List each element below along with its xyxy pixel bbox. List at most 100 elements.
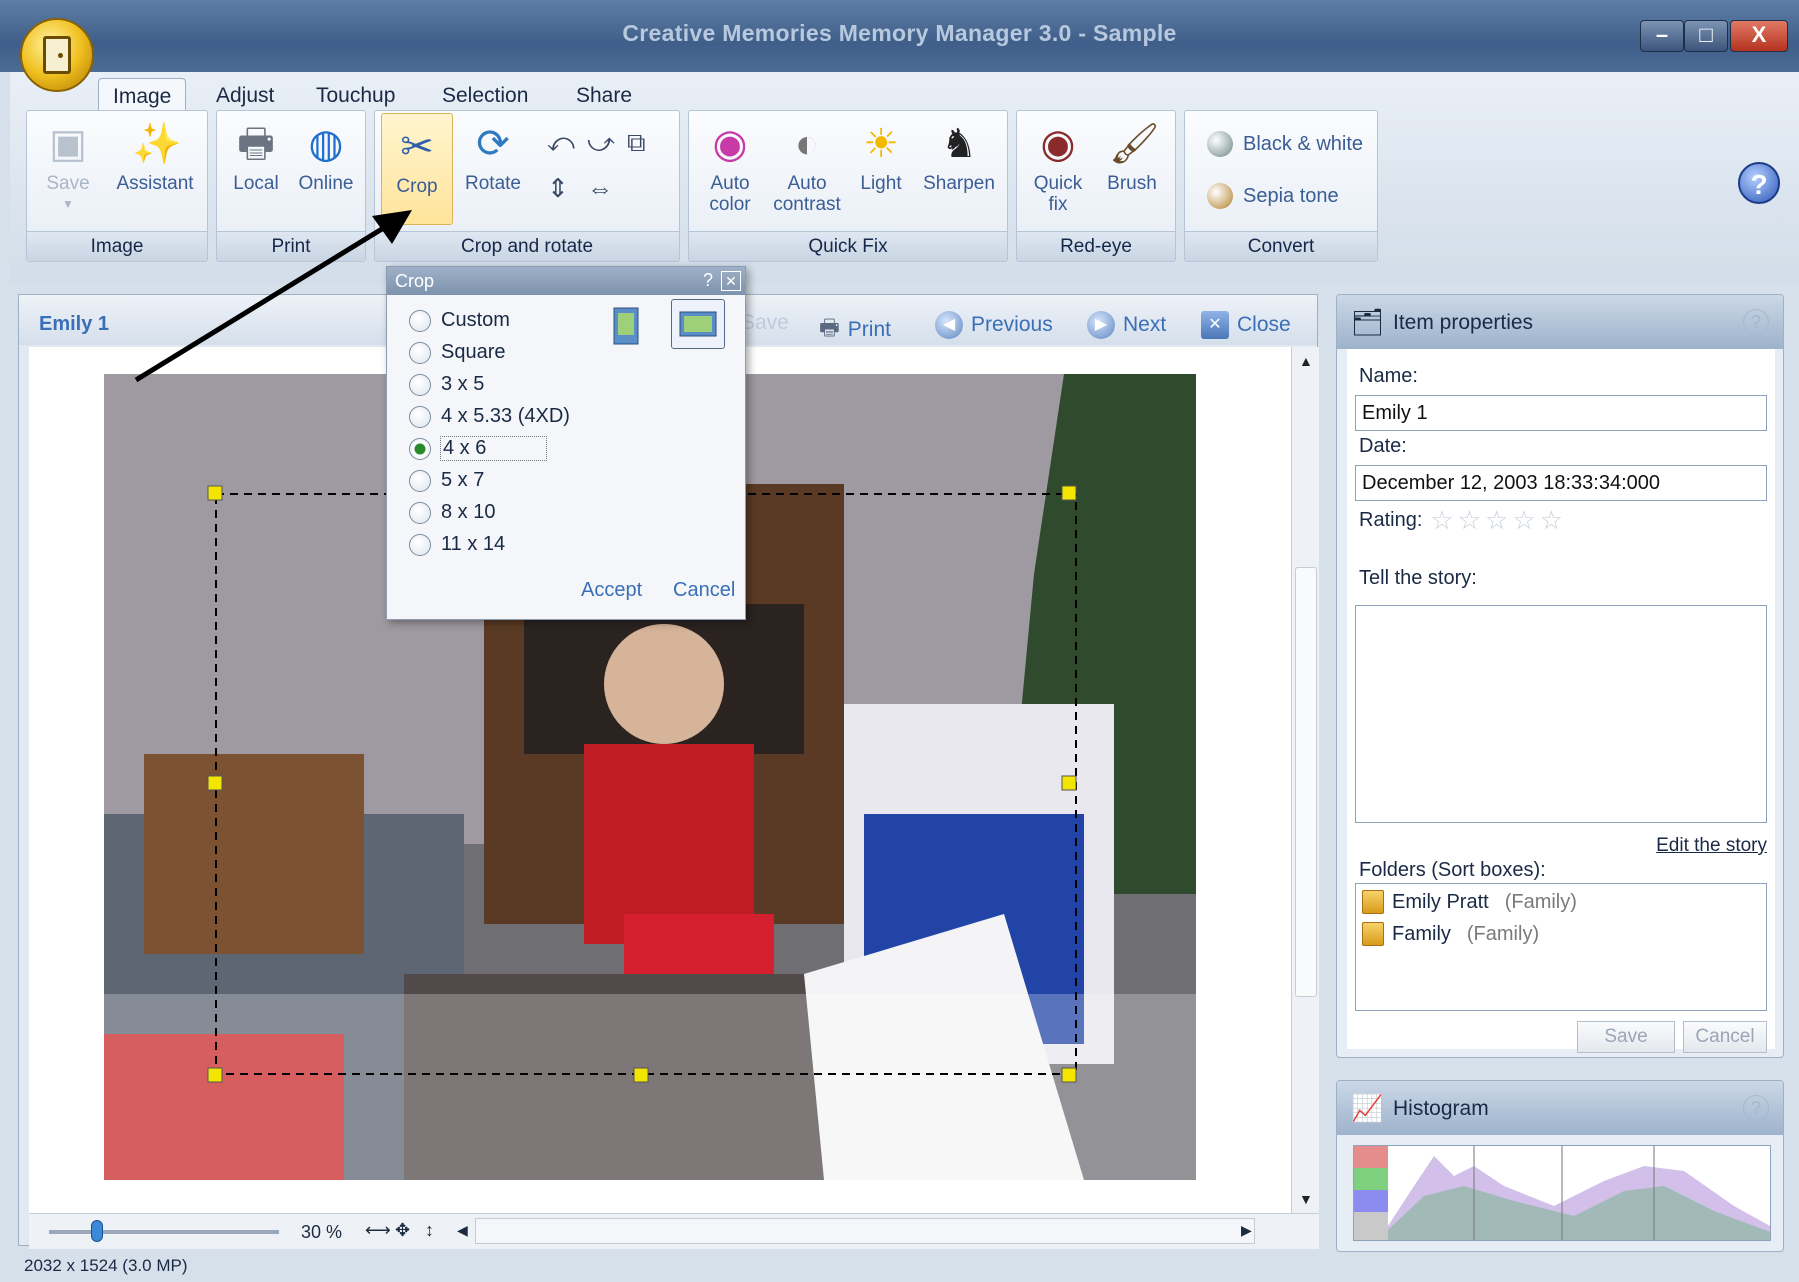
date-field[interactable]: December 12, 2003 18:33:34:000 — [1355, 465, 1767, 501]
zoom-bar: 30 % ⟷ ✥ ↕ ◀ ▶ — [29, 1213, 1319, 1249]
brush-icon: 🖌 — [1109, 122, 1160, 166]
scroll-right-icon[interactable]: ▶ — [1241, 1222, 1252, 1239]
minimize-button[interactable]: – — [1640, 20, 1684, 52]
star-icon[interactable]: ☆ — [1540, 505, 1563, 535]
histogram-help-icon[interactable]: ? — [1743, 1095, 1769, 1121]
viewer-save-button[interactable]: Save — [741, 311, 789, 335]
sharpen-button[interactable]: ♞ Sharpen — [917, 121, 1001, 194]
crop-option-4x533[interactable]: 4 x 5.33 (4XD) — [409, 405, 570, 428]
crop-option-3x5[interactable]: 3 x 5 — [409, 373, 484, 396]
crop-option-11x14[interactable]: 11 x 14 — [409, 533, 505, 556]
crop-option-4x6[interactable]: 4 x 6 — [409, 436, 548, 461]
rotate-button[interactable]: ⟳ Rotate — [459, 121, 527, 194]
light-button[interactable]: ☀ Light — [849, 121, 913, 194]
print-local-button[interactable]: 🖶 Local — [225, 121, 287, 194]
flip-vertical-icon[interactable]: ⇕ — [547, 173, 569, 204]
status-bar-text: 2032 x 1524 (3.0 MP) — [24, 1256, 188, 1275]
viewer-close-button[interactable]: ✕ Close — [1201, 311, 1291, 339]
fit-height-icon[interactable]: ↕ — [425, 1220, 434, 1241]
panel-help-icon[interactable]: ? — [1743, 309, 1769, 335]
crop-option-custom[interactable]: Custom — [409, 309, 510, 332]
folder-icon — [1362, 890, 1384, 914]
sepia-tone-button[interactable]: Sepia tone — [1207, 183, 1339, 209]
auto-color-button[interactable]: ◉ Auto color — [695, 121, 765, 215]
rating-row: Rating: ☆ ☆ ☆ ☆ ☆ — [1359, 505, 1567, 536]
scissors-icon: ✂ — [400, 125, 434, 169]
edit-story-link[interactable]: Edit the story — [1656, 835, 1767, 857]
black-white-button[interactable]: Black & white — [1207, 131, 1363, 157]
crop-accept-button[interactable]: Accept — [581, 579, 642, 602]
landscape-orientation-icon[interactable] — [671, 299, 725, 349]
scroll-thumb[interactable] — [1295, 567, 1317, 997]
sun-icon: ☀ — [863, 122, 899, 166]
zoom-level: 30 % — [301, 1222, 343, 1242]
star-icon[interactable]: ☆ — [1458, 505, 1481, 535]
tab-adjust[interactable]: Adjust — [202, 78, 288, 110]
horizontal-scrollbar[interactable] — [475, 1218, 1255, 1244]
flip-horizontal-icon[interactable]: ⇔ — [587, 173, 613, 204]
save-ribbon-button[interactable]: ▣ Save ▼ — [37, 121, 99, 215]
rotate-icon: ⟳ — [476, 122, 510, 166]
rating-stars[interactable]: ☆ ☆ ☆ ☆ ☆ — [1430, 505, 1567, 536]
date-label: Date: — [1359, 435, 1407, 457]
help-icon[interactable]: ? — [1738, 162, 1780, 204]
fit-width-icon[interactable]: ⟷ — [365, 1220, 391, 1241]
print-online-button[interactable]: ◍ Online — [293, 121, 359, 194]
crop-option-square[interactable]: Square — [409, 341, 506, 364]
list-item[interactable]: Emily Pratt (Family) — [1362, 890, 1577, 914]
properties-save-button[interactable]: Save — [1577, 1021, 1675, 1053]
close-icon: ✕ — [1201, 311, 1229, 339]
red-eye-brush-button[interactable]: 🖌 Brush — [1097, 121, 1167, 194]
floppy-disk-icon: ▣ — [49, 122, 87, 166]
title-bar: Creative Memories Memory Manager 3.0 - S… — [0, 0, 1799, 72]
window-title: Creative Memories Memory Manager 3.0 - S… — [622, 20, 1177, 46]
name-field[interactable]: Emily 1 — [1355, 395, 1767, 431]
rotate-right-icon[interactable]: ⤻ — [587, 127, 615, 159]
tab-selection[interactable]: Selection — [428, 78, 542, 110]
group-quick-fix: ◉ Auto color ◐ Auto contrast ☀ Light ♞ S… — [688, 110, 1008, 262]
crop-option-8x10[interactable]: 8 x 10 — [409, 501, 495, 524]
properties-icon: 🗂 — [1351, 307, 1385, 337]
properties-cancel-button[interactable]: Cancel — [1683, 1021, 1767, 1053]
tab-image[interactable]: Image — [98, 78, 187, 110]
zoom-slider-track[interactable] — [49, 1230, 279, 1234]
story-textarea[interactable] — [1355, 605, 1767, 823]
tab-touchup[interactable]: Touchup — [302, 78, 409, 110]
printer-icon: 🖶 — [237, 122, 275, 166]
flip-icon[interactable]: ⧉ — [627, 127, 646, 159]
dialog-help-icon[interactable]: ? — [703, 270, 713, 291]
fit-page-icon[interactable]: ✥ — [395, 1220, 410, 1241]
dialog-close-icon[interactable]: ✕ — [721, 271, 741, 291]
app-menu-button[interactable] — [20, 18, 94, 92]
folders-list: Emily Pratt (Family) Family (Family) — [1355, 883, 1767, 1011]
rotate-left-icon[interactable]: ⤺ — [547, 127, 575, 159]
zoom-slider-thumb[interactable] — [91, 1220, 103, 1242]
star-icon[interactable]: ☆ — [1512, 505, 1535, 535]
star-icon[interactable]: ☆ — [1430, 505, 1453, 535]
ribbon: Image Adjust Touchup Selection Share ▣ S… — [10, 72, 1799, 284]
auto-contrast-button[interactable]: ◐ Auto contrast — [769, 121, 845, 215]
crop-option-5x7[interactable]: 5 x 7 — [409, 469, 484, 492]
portrait-orientation-icon[interactable] — [613, 307, 641, 347]
star-icon[interactable]: ☆ — [1485, 505, 1508, 535]
group-convert: Black & white Sepia tone Convert — [1184, 110, 1378, 262]
maximize-button[interactable]: □ — [1684, 20, 1728, 52]
assistant-button[interactable]: ✨ Assistant — [109, 121, 201, 194]
scroll-left-icon[interactable]: ◀ — [457, 1222, 468, 1239]
next-button[interactable]: ▶ Next — [1087, 311, 1166, 339]
red-eye-quick-fix-button[interactable]: ◉ Quick fix — [1025, 121, 1091, 215]
group-crop-rotate: ✂ Crop ⟳ Rotate ⤺ ⤻ ⧉ ⇕ ⇔ Crop and rotat… — [374, 110, 680, 262]
radio-icon — [409, 309, 431, 332]
group-print: 🖶 Local ◍ Online Print — [216, 110, 366, 262]
list-item[interactable]: Family (Family) — [1362, 922, 1539, 946]
previous-button[interactable]: ◀ Previous — [935, 311, 1053, 339]
folders-label: Folders (Sort boxes): — [1359, 859, 1546, 881]
scroll-up-icon[interactable]: ▲ — [1299, 353, 1313, 369]
crop-button[interactable]: ✂ Crop — [381, 113, 453, 225]
crop-cancel-button[interactable]: Cancel — [673, 579, 735, 602]
viewer-print-button[interactable]: 🖶 Print — [819, 311, 891, 349]
tab-share[interactable]: Share — [562, 78, 646, 110]
close-window-button[interactable]: X — [1730, 20, 1788, 52]
scroll-down-icon[interactable]: ▼ — [1299, 1191, 1313, 1207]
vertical-scrollbar[interactable]: ▲ ▼ — [1291, 347, 1319, 1213]
